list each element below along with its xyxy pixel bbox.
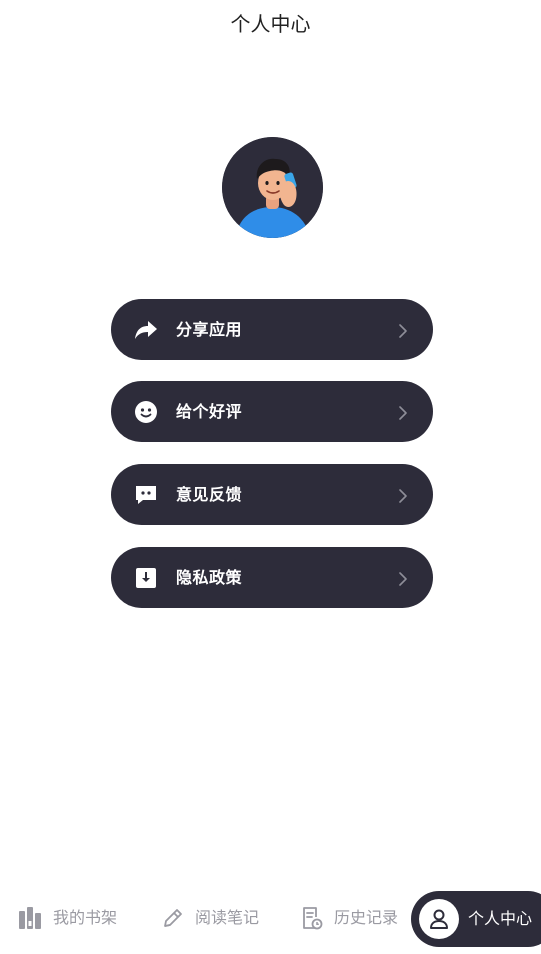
menu-item-feedback[interactable]: 意见反馈	[111, 464, 433, 525]
bottom-tab-bar: 我的书架 阅读笔记 历史记录 个人中心	[0, 888, 541, 948]
tab-label: 我的书架	[53, 908, 118, 927]
menu-item-label: 隐私政策	[176, 567, 243, 587]
chevron-right-icon	[397, 405, 409, 420]
menu-item-label: 给个好评	[176, 401, 243, 421]
smile-icon	[134, 400, 158, 424]
profile-menu: 分享应用 给个好评 意见反馈 隐私政策	[111, 299, 433, 608]
tab-profile-active[interactable]: 个人中心	[411, 891, 541, 947]
profile-page: 个人中心 分享应用 给个好评 意见反馈 隐私政策 我的书架 阅读笔记 历史记录 …	[0, 0, 541, 954]
pencil-icon	[161, 906, 185, 930]
tab-history[interactable]: 历史记录	[300, 888, 398, 948]
share-arrow-icon	[134, 318, 158, 342]
chevron-right-icon	[397, 323, 409, 338]
menu-item-label: 分享应用	[176, 319, 243, 339]
chevron-right-icon	[397, 571, 409, 586]
menu-item-privacy-policy[interactable]: 隐私政策	[111, 547, 433, 608]
tab-bookshelf[interactable]: 我的书架	[19, 888, 117, 948]
history-icon	[300, 906, 324, 930]
chevron-right-icon	[397, 488, 409, 503]
tab-label: 个人中心	[468, 909, 533, 928]
menu-item-rate-app[interactable]: 给个好评	[111, 381, 433, 442]
avatar-illustration	[222, 137, 323, 238]
feedback-chat-icon	[134, 483, 158, 507]
menu-item-label: 意见反馈	[176, 484, 243, 504]
privacy-download-icon	[134, 566, 158, 590]
avatar[interactable]	[222, 137, 323, 238]
bookshelf-icon	[19, 906, 43, 930]
tab-reading-notes[interactable]: 阅读笔记	[161, 888, 259, 948]
person-icon	[419, 899, 459, 939]
menu-item-share-app[interactable]: 分享应用	[111, 299, 433, 360]
tab-label: 阅读笔记	[195, 908, 260, 927]
tab-label: 历史记录	[334, 908, 399, 927]
page-title: 个人中心	[230, 12, 311, 36]
